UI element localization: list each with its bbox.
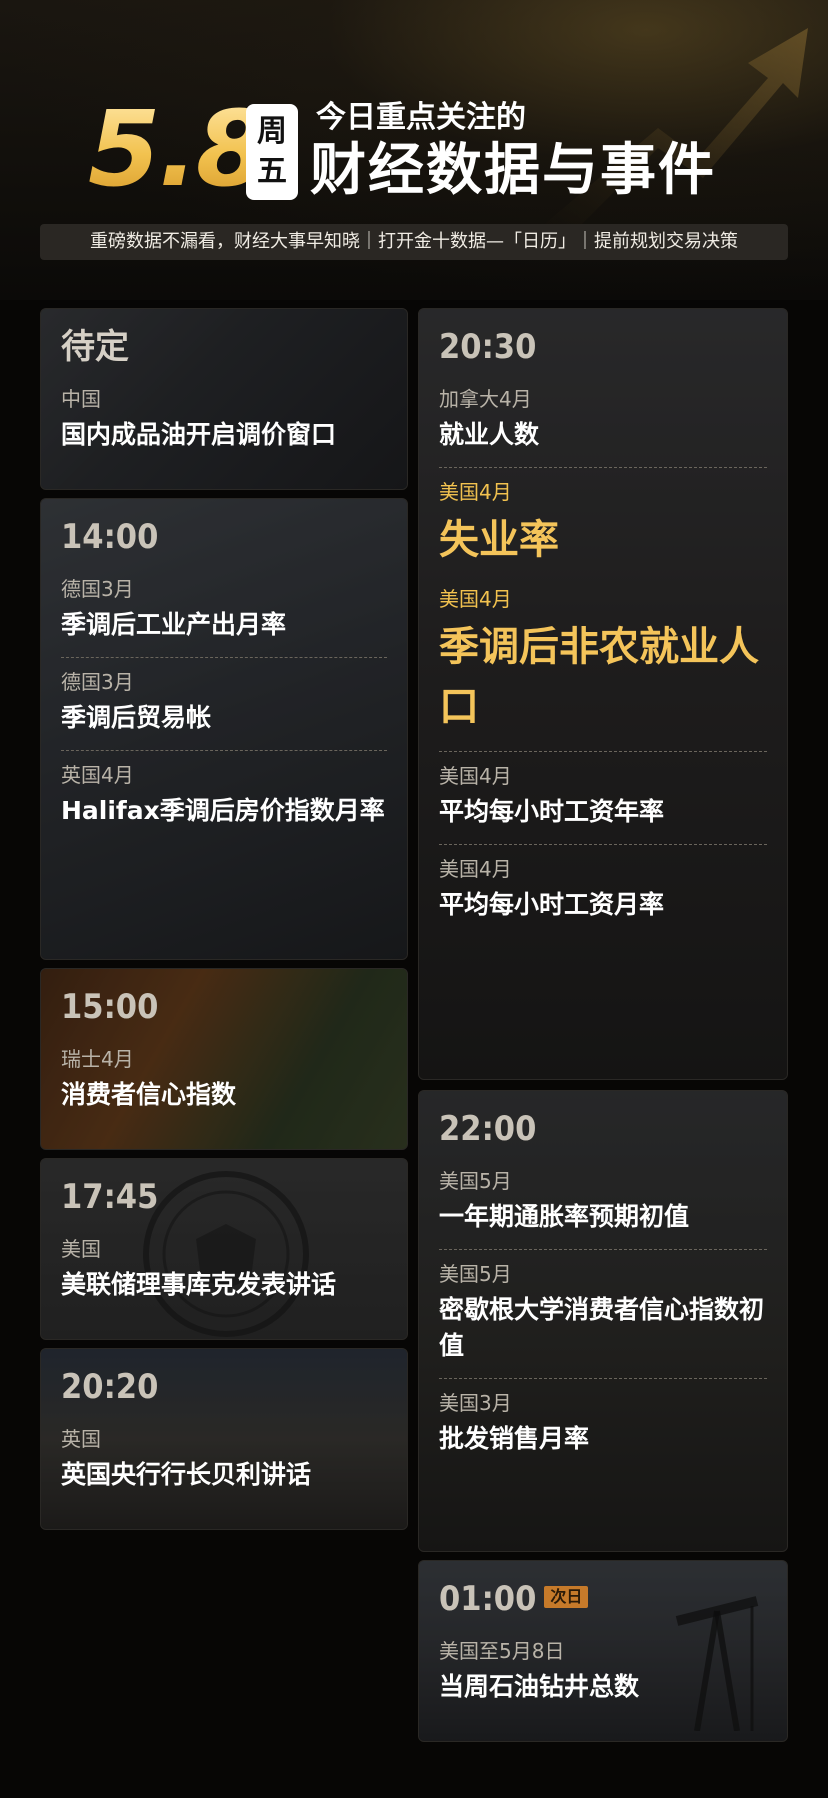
event-title: 季调后工业产出月率: [61, 610, 287, 639]
event-item[interactable]: 英国4月 Halifax季调后房价指数月率: [61, 751, 387, 829]
event-item[interactable]: 美国4月 平均每小时工资月率: [439, 845, 767, 923]
event-region: 美国5月: [439, 1169, 512, 1193]
event-region: 美国至5月8日: [439, 1639, 565, 1663]
event-card-1500[interactable]: 15:00 瑞士4月 消费者信心指数: [40, 968, 408, 1150]
event-item[interactable]: 美国 美联储理事库克发表讲话: [61, 1225, 387, 1303]
weekday-badge: 周 五: [246, 104, 298, 200]
event-time: 20:30: [439, 327, 537, 367]
event-card-1400[interactable]: 14:00 德国3月 季调后工业产出月率 德国3月 季调后贸易帐 英国4月 Ha…: [40, 498, 408, 960]
event-region: 美国4月: [439, 587, 512, 611]
event-region: 德国3月: [61, 577, 134, 601]
event-card-2030[interactable]: 20:30 加拿大4月 就业人数 美国4月 失业率 美国4月 季调后非农就业人口…: [418, 308, 788, 1080]
event-item-highlight[interactable]: 美国4月 季调后非农就业人口: [439, 575, 767, 737]
event-item[interactable]: 中国 国内成品油开启调价窗口: [61, 375, 387, 453]
event-title: 平均每小时工资年率: [439, 797, 665, 826]
event-item-highlight[interactable]: 美国4月 失业率: [439, 468, 767, 570]
event-item[interactable]: 美国3月 批发销售月率: [439, 1379, 767, 1457]
event-title: 美联储理事库克发表讲话: [61, 1270, 337, 1299]
event-title: 季调后贸易帐: [61, 703, 212, 732]
event-item[interactable]: 英国 英国央行行长贝利讲话: [61, 1415, 387, 1493]
date-display: 5.8: [88, 88, 268, 210]
event-item[interactable]: 德国3月 季调后贸易帐: [61, 658, 387, 736]
event-item[interactable]: 美国5月 密歇根大学消费者信心指数初值: [439, 1250, 767, 1364]
event-region: 美国5月: [439, 1262, 512, 1286]
event-title: 批发销售月率: [439, 1424, 590, 1453]
event-title: Halifax季调后房价指数月率: [61, 796, 385, 825]
event-item[interactable]: 瑞士4月 消费者信心指数: [61, 1035, 387, 1113]
event-time-value: 01:00: [439, 1579, 537, 1619]
event-region: 英国4月: [61, 763, 134, 787]
event-region: 美国4月: [439, 857, 512, 881]
event-region: 加拿大4月: [439, 387, 532, 411]
event-region: 美国: [61, 1237, 101, 1261]
event-card-1745[interactable]: 17:45 美国 美联储理事库克发表讲话: [40, 1158, 408, 1340]
event-item[interactable]: 美国至5月8日 当周石油钻井总数: [439, 1627, 767, 1705]
event-title: 英国央行行长贝利讲话: [61, 1460, 312, 1489]
event-item[interactable]: 美国4月 平均每小时工资年率: [439, 752, 767, 830]
event-region: 德国3月: [61, 670, 134, 694]
page-title: 财经数据与事件: [310, 138, 716, 203]
page-header: 5.8 周 五 今日重点关注的 财经数据与事件: [88, 94, 748, 208]
event-title: 消费者信心指数: [61, 1080, 237, 1109]
event-card-0100[interactable]: 01:00 次日 美国至5月8日 当周石油钻井总数: [418, 1560, 788, 1742]
event-region: 中国: [61, 387, 101, 411]
event-item[interactable]: 加拿大4月 就业人数: [439, 375, 767, 453]
event-title: 一年期通胀率预期初值: [439, 1202, 690, 1231]
weekday-label-1: 周: [257, 114, 287, 149]
event-title-highlight: 季调后非农就业人口: [439, 624, 759, 730]
event-time: 17:45: [61, 1177, 159, 1217]
event-time: 15:00: [61, 987, 159, 1027]
event-time: 22:00: [439, 1109, 537, 1149]
next-day-badge: 次日: [544, 1586, 589, 1608]
event-region: 美国4月: [439, 764, 512, 788]
event-item[interactable]: 德国3月 季调后工业产出月率: [61, 565, 387, 643]
event-time: 14:00: [61, 517, 159, 557]
event-region: 瑞士4月: [61, 1047, 134, 1071]
event-card-pending[interactable]: 待定 中国 国内成品油开启调价窗口: [40, 308, 408, 490]
event-card-2200[interactable]: 22:00 美国5月 一年期通胀率预期初值 美国5月 密歇根大学消费者信心指数初…: [418, 1090, 788, 1552]
event-region: 美国4月: [439, 480, 512, 504]
event-item[interactable]: 美国5月 一年期通胀率预期初值: [439, 1157, 767, 1235]
event-time: 20:20: [61, 1367, 159, 1407]
event-title: 当周石油钻井总数: [439, 1672, 640, 1701]
event-card-2020[interactable]: 20:20 英国 英国央行行长贝利讲话: [40, 1348, 408, 1530]
event-title: 平均每小时工资月率: [439, 890, 665, 919]
event-title: 就业人数: [439, 420, 540, 449]
event-title-highlight: 失业率: [439, 517, 559, 563]
subtitle-bar: 重磅数据不漏看，财经大事早知晓｜打开金十数据—「日历」｜提前规划交易决策: [40, 224, 788, 260]
event-title: 密歇根大学消费者信心指数初值: [439, 1295, 765, 1360]
event-region: 美国3月: [439, 1391, 512, 1415]
weekday-label-2: 五: [257, 154, 287, 189]
event-time: 01:00 次日: [439, 1579, 767, 1627]
event-region: 英国: [61, 1427, 101, 1451]
event-time: 待定: [61, 327, 129, 367]
headline-small: 今日重点关注的: [316, 100, 526, 135]
event-title: 国内成品油开启调价窗口: [61, 420, 337, 449]
